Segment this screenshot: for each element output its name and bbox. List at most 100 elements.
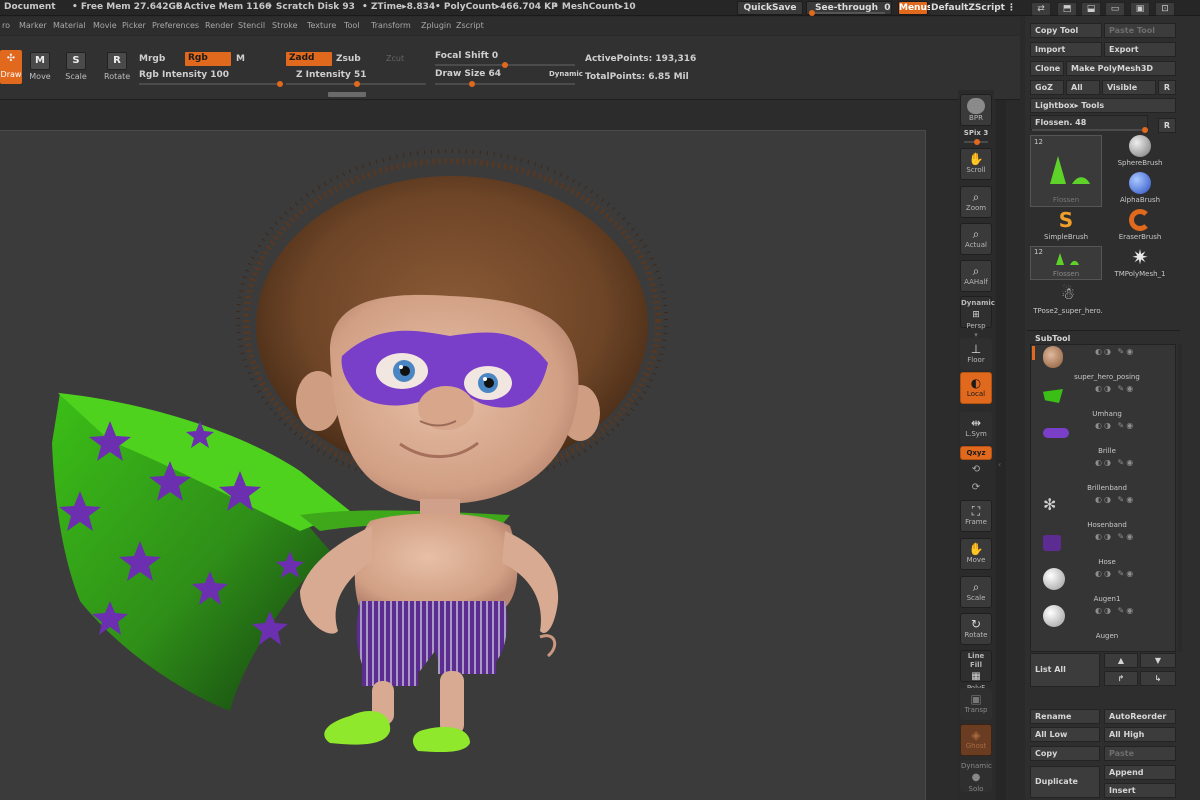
focal-shift-slider[interactable] xyxy=(435,62,575,68)
focal-shift-knob[interactable] xyxy=(502,62,508,68)
current-tool-track[interactable] xyxy=(1032,127,1148,133)
menu-tool[interactable]: Tool xyxy=(344,21,360,30)
mrgb-button[interactable]: Mrgb xyxy=(139,54,165,64)
rgb-intensity-slider[interactable] xyxy=(139,81,283,87)
see-through-slider[interactable] xyxy=(809,10,885,16)
subtool-row-brillenband[interactable]: ◐◑ ✎◉ Brillenband xyxy=(1031,455,1181,492)
zcut-button[interactable]: Zcut xyxy=(386,54,404,63)
quicksave-button[interactable]: QuickSave xyxy=(737,1,803,15)
move-view-button[interactable]: ✋ Move xyxy=(960,538,992,570)
make-polymesh-button[interactable]: Make PolyMesh3D xyxy=(1066,61,1176,76)
panel-divider[interactable]: ‹ xyxy=(996,100,1006,800)
menu-picker[interactable]: Picker xyxy=(122,21,146,30)
menu-movie[interactable]: Movie xyxy=(93,21,117,30)
subtool-row-brille[interactable]: ◐◑ ✎◉ Brille xyxy=(1031,418,1181,455)
aahalf-button[interactable]: ⌕ AAHalf xyxy=(960,260,992,292)
subtool-row-super-hero-posing[interactable]: ◐◑ ✎◉ super_hero_posing xyxy=(1031,344,1181,381)
solo-button[interactable]: Dynamic ● Solo xyxy=(960,760,992,793)
subtool-toggles-icon[interactable]: ◐◑ ✎◉ xyxy=(1095,458,1135,467)
scroll-button[interactable]: ✋ Scroll xyxy=(960,148,992,180)
move-bottom-button[interactable]: ↳ xyxy=(1140,671,1176,686)
goz-r-button[interactable]: R xyxy=(1158,80,1176,95)
transp-button[interactable]: ▣ Transp xyxy=(960,688,992,720)
default-zscript-button[interactable]: DefaultZScript xyxy=(930,1,1005,15)
zadd-button[interactable]: Zadd xyxy=(286,52,332,66)
move-down-button[interactable]: ▼ xyxy=(1140,653,1176,668)
brush-alpha[interactable]: AlphaBrush xyxy=(1110,172,1170,204)
z-intensity-knob[interactable] xyxy=(354,81,361,87)
menu-zplugin[interactable]: Zplugin xyxy=(421,21,451,30)
copy-button[interactable]: Copy xyxy=(1030,746,1100,761)
palette-icon-4[interactable]: ▭ xyxy=(1105,2,1125,16)
menu-marker[interactable]: Marker xyxy=(19,21,47,30)
export-button[interactable]: Export xyxy=(1104,42,1176,57)
paste-tool-button[interactable]: Paste Tool xyxy=(1104,23,1176,38)
rotate-y-icon[interactable]: ⟲ xyxy=(958,464,994,475)
draw-size-knob[interactable] xyxy=(468,81,475,87)
subtool-row-hose[interactable]: ◐◑ ✎◉ Hose xyxy=(1031,529,1181,566)
brush-thumb-flossen-small[interactable]: 12 Flossen xyxy=(1030,246,1102,280)
rename-button[interactable]: Rename xyxy=(1030,709,1100,724)
menu-stencil[interactable]: Stencil xyxy=(238,21,265,30)
list-all-button[interactable]: List All xyxy=(1030,653,1100,687)
spix-label[interactable]: SPix 3 xyxy=(958,129,994,137)
collapse-arrow-icon[interactable]: ‹ xyxy=(998,460,1001,469)
document-canvas[interactable] xyxy=(0,130,926,800)
autoreorder-button[interactable]: AutoReorder xyxy=(1104,709,1176,724)
goz-all-button[interactable]: All xyxy=(1066,80,1100,95)
polyf-button[interactable]: Line Fill ▦ PolyF xyxy=(960,650,992,692)
ghost-button[interactable]: ◈ Ghost xyxy=(960,724,992,756)
floor-button[interactable]: ⊥ Floor xyxy=(960,338,992,370)
menu-material[interactable]: Material xyxy=(53,21,86,30)
m-button[interactable]: M xyxy=(236,54,245,64)
palette-icon-1[interactable]: ⇄ xyxy=(1031,2,1051,16)
paste-button[interactable]: Paste xyxy=(1104,746,1176,761)
xyz-button[interactable]: Qxyz xyxy=(960,446,992,460)
brush-eraser[interactable]: EraserBrush xyxy=(1110,209,1170,241)
move-up-button[interactable]: ▲ xyxy=(1104,653,1138,668)
subtool-toggles-icon[interactable]: ◐◑ ✎◉ xyxy=(1095,384,1135,393)
z-intensity-slider[interactable] xyxy=(286,81,426,87)
menu-preferences[interactable]: Preferences xyxy=(152,21,199,30)
rotate-z-icon[interactable]: ⟳ xyxy=(958,482,994,493)
lsym-button[interactable]: ⇹ L.Sym xyxy=(960,412,992,444)
toolbar-scroll-grip[interactable] xyxy=(328,92,366,97)
visible-button[interactable]: Visible xyxy=(1102,80,1156,95)
menu-zscript[interactable]: Zscript xyxy=(456,21,484,30)
all-high-button[interactable]: All High xyxy=(1104,727,1176,742)
actual-button[interactable]: ⌕ Actual xyxy=(960,223,992,255)
rotate-view-button[interactable]: ↻ Rotate xyxy=(960,613,992,645)
goz-button[interactable]: GoZ xyxy=(1030,80,1064,95)
palette-icon-6[interactable]: ⊡ xyxy=(1155,2,1175,16)
zoom-button[interactable]: ⌕ Zoom xyxy=(960,186,992,218)
palette-icon-2[interactable]: ⬒ xyxy=(1057,2,1077,16)
scale-view-button[interactable]: ⌕ Scale xyxy=(960,576,992,608)
subtool-toggles-icon[interactable]: ◐◑ ✎◉ xyxy=(1095,532,1135,541)
palette-icon-5[interactable]: ▣ xyxy=(1130,2,1150,16)
frame-button[interactable]: ⛶ Frame xyxy=(960,500,992,532)
subtool-toggles-icon[interactable]: ◐◑ ✎◉ xyxy=(1095,569,1135,578)
brush-tmpolymesh[interactable]: ✷ TMPolyMesh_1 xyxy=(1110,246,1170,278)
import-button[interactable]: Import xyxy=(1030,42,1102,57)
move-button[interactable]: M Move xyxy=(28,52,52,81)
menu-render[interactable]: Render xyxy=(205,21,233,30)
menus-button[interactable]: Menus xyxy=(898,1,932,15)
brush-tpose2[interactable]: ☃ TPose2_super_hero. xyxy=(1030,283,1106,315)
rgb-intensity-knob[interactable] xyxy=(277,81,283,87)
see-through-slider-knob[interactable] xyxy=(809,10,815,16)
zsub-button[interactable]: Zsub xyxy=(336,54,361,64)
brush-simple[interactable]: S SimpleBrush xyxy=(1036,209,1096,241)
draw-size-slider[interactable] xyxy=(435,81,575,87)
document-title[interactable]: Document xyxy=(4,2,56,12)
subtool-row-augen1[interactable]: ◐◑ ✎◉ Augen1 xyxy=(1031,566,1181,603)
all-low-button[interactable]: All Low xyxy=(1030,727,1100,742)
bpr-button[interactable]: BPR xyxy=(960,94,992,126)
menu-item[interactable]: ro xyxy=(2,21,10,30)
menu-transform[interactable]: Transform xyxy=(371,21,411,30)
layout-grip-icon[interactable]: ⋮ xyxy=(1006,1,1016,15)
subtool-toggles-icon[interactable]: ◐◑ ✎◉ xyxy=(1095,347,1135,356)
brush-sphere[interactable]: SphereBrush xyxy=(1110,135,1170,167)
clone-button[interactable]: Clone xyxy=(1030,61,1064,76)
append-button[interactable]: Append xyxy=(1104,765,1176,780)
subtool-row-hosenband[interactable]: ✻ ◐◑ ✎◉ Hosenband xyxy=(1031,492,1181,529)
